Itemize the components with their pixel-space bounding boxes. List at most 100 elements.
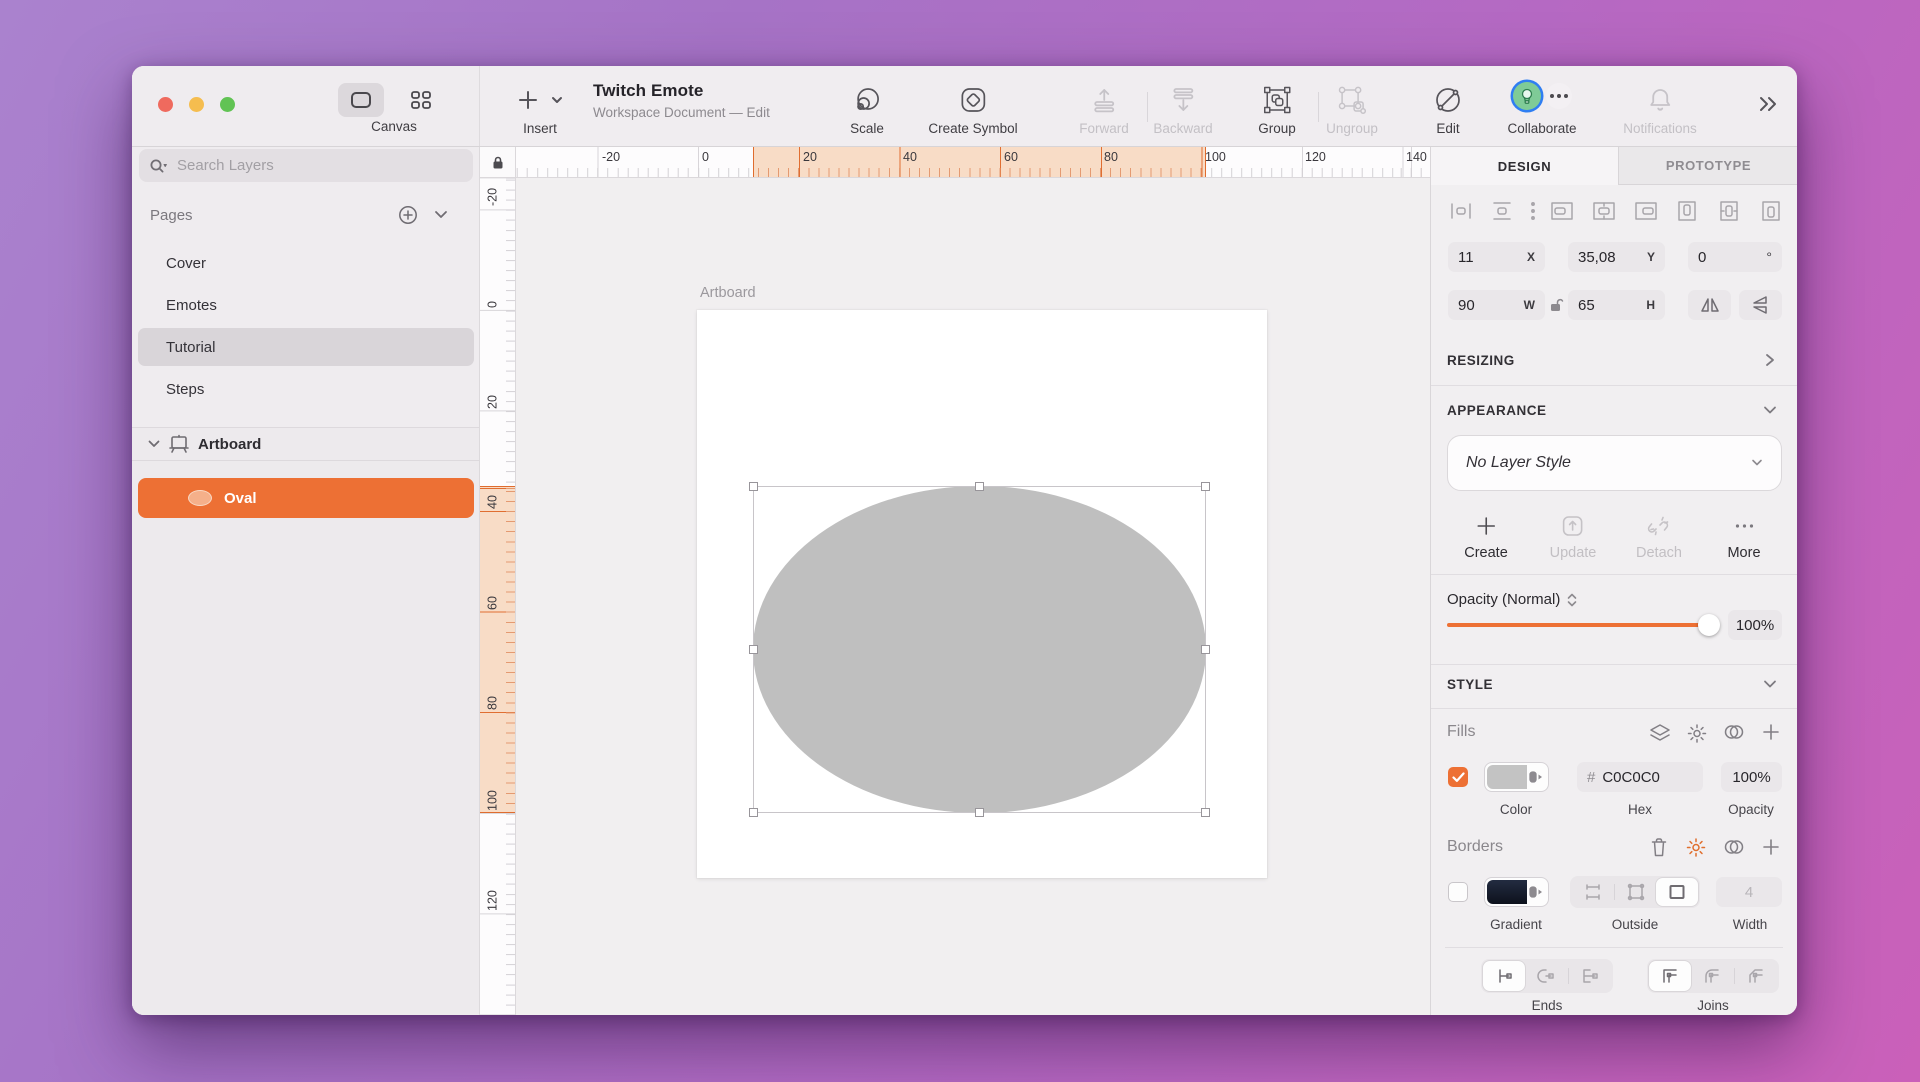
border-center-button[interactable] [1615,878,1657,906]
gear-icon[interactable] [1687,723,1708,744]
width-field[interactable]: 90 W [1448,290,1545,320]
sidebar-page-emotes[interactable]: Emotes [138,286,474,324]
chevron-down-icon[interactable] [1763,405,1777,415]
document-title-block[interactable]: Twitch Emote Workspace Document — Edit [593,81,770,120]
border-gradient-swatch[interactable] [1484,877,1549,907]
forward-button[interactable]: Forward [1079,82,1129,136]
opacity-slider-knob[interactable] [1698,614,1720,636]
add-fill-icon[interactable] [1762,723,1780,741]
components-view-button[interactable] [398,83,444,117]
resizing-section-header[interactable]: RESIZING [1447,353,1515,368]
more-styles-button[interactable]: More [1727,513,1761,561]
fill-opacity-field[interactable]: 100% [1721,762,1782,792]
fill-color-swatch[interactable] [1484,762,1549,792]
border-enabled-checkbox[interactable] [1448,882,1468,902]
align-right-icon[interactable] [1633,197,1659,225]
selection-handle-s[interactable] [975,808,984,817]
ungroup-button[interactable]: Ungroup [1326,82,1378,136]
layers-icon[interactable] [1649,723,1671,743]
detach-style-button[interactable]: Detach [1636,513,1682,561]
distribute-vertical-icon[interactable] [1490,197,1514,225]
update-style-button[interactable]: Update [1550,513,1596,561]
add-border-icon[interactable] [1762,838,1780,856]
border-inside-button[interactable] [1572,878,1614,906]
canvas-view-button[interactable] [338,83,384,117]
fills-label: Fills [1447,723,1476,740]
layer-style-dropdown[interactable]: No Layer Style [1447,435,1782,491]
blend-icon[interactable] [1723,723,1745,741]
height-field[interactable]: 65 H [1568,290,1665,320]
opacity-value-field[interactable]: 100% [1728,610,1782,640]
add-page-button[interactable] [398,205,418,225]
sidebar-page-tutorial[interactable]: Tutorial [138,328,474,366]
distribute-horizontal-icon[interactable] [1449,197,1473,225]
align-middle-vertical-icon[interactable] [1718,197,1740,225]
backward-button[interactable]: Backward [1153,82,1213,136]
search-input[interactable] [177,157,463,174]
align-left-icon[interactable] [1549,197,1575,225]
border-outside-button[interactable] [1656,878,1699,906]
appearance-section-header[interactable]: APPEARANCE [1447,403,1547,418]
selection-handle-ne[interactable] [1201,482,1210,491]
y-position-field[interactable]: 35,08 Y [1568,242,1665,272]
flip-horizontal-button[interactable] [1688,290,1731,320]
collaborate-avatar[interactable] [1513,82,1541,110]
collapse-pages-icon[interactable] [434,210,448,219]
canvas-area[interactable]: -20 0 20 40 60 80 100 120 140 -20 0 20 4… [480,147,1430,1015]
group-button[interactable]: Group [1258,82,1296,136]
close-button[interactable] [158,97,173,112]
search-field[interactable] [139,149,473,182]
align-top-icon[interactable] [1676,197,1698,225]
miter-join-button[interactable] [1649,961,1692,991]
opacity-slider[interactable] [1447,623,1709,627]
edit-button[interactable]: Edit [1433,82,1463,136]
scale-button[interactable]: Scale [850,82,884,136]
tab-prototype[interactable]: PROTOTYPE [1618,147,1797,185]
chevron-right-icon[interactable] [1765,353,1775,367]
bevel-join-button[interactable] [1735,961,1777,991]
maximize-button[interactable] [220,97,235,112]
fill-enabled-checkbox[interactable] [1448,767,1468,787]
vertical-ruler[interactable]: -20 0 20 40 60 80 100 120 [480,178,516,1015]
create-style-button[interactable]: Create [1464,513,1508,561]
align-center-horizontal-icon[interactable] [1591,197,1617,225]
stepper-icon[interactable] [1566,592,1578,608]
style-section-header[interactable]: STYLE [1447,677,1493,692]
selection-handle-n[interactable] [975,482,984,491]
insert-button[interactable]: Insert [517,82,563,136]
sidebar-page-cover[interactable]: Cover [138,244,474,282]
selection-handle-w[interactable] [749,645,758,654]
chevron-down-icon[interactable] [1763,679,1777,689]
selection-handle-sw[interactable] [749,808,758,817]
selection-handle-nw[interactable] [749,482,758,491]
toolbar-overflow-button[interactable] [1757,86,1779,122]
round-join-button[interactable] [1691,961,1733,991]
butt-cap-button[interactable] [1483,961,1526,991]
sidebar-page-steps[interactable]: Steps [138,370,474,408]
horizontal-ruler[interactable]: -20 0 20 40 60 80 100 120 140 [516,147,1430,178]
rotation-field[interactable]: 0 ° [1688,242,1782,272]
opacity-blend-label[interactable]: Opacity (Normal) [1447,591,1578,608]
x-position-field[interactable]: 11 X [1448,242,1545,272]
minimize-button[interactable] [189,97,204,112]
unlock-proportions-icon[interactable] [1549,297,1564,313]
artboard-title[interactable]: Artboard [700,285,756,301]
border-width-field[interactable]: 4 [1716,877,1782,907]
selection-handle-se[interactable] [1201,808,1210,817]
blend-icon[interactable] [1723,838,1745,856]
layer-oval-row[interactable]: Oval [138,478,474,518]
create-symbol-button[interactable]: Create Symbol [928,82,1018,136]
collaborators-more-button[interactable] [1546,83,1572,109]
projecting-cap-button[interactable] [1569,961,1611,991]
align-bottom-icon[interactable] [1760,197,1782,225]
border-gear-icon[interactable] [1686,837,1707,858]
tab-design[interactable]: DESIGN [1431,147,1618,185]
notifications-button[interactable]: Notifications [1623,82,1697,136]
flip-vertical-button[interactable] [1739,290,1782,320]
fill-hex-field[interactable]: # C0C0C0 [1577,762,1703,792]
selection-handle-e[interactable] [1201,645,1210,654]
trash-icon[interactable] [1650,837,1669,858]
round-cap-button[interactable] [1525,961,1567,991]
ruler-corner[interactable] [480,147,516,178]
layer-artboard-row[interactable]: Artboard [132,428,479,460]
